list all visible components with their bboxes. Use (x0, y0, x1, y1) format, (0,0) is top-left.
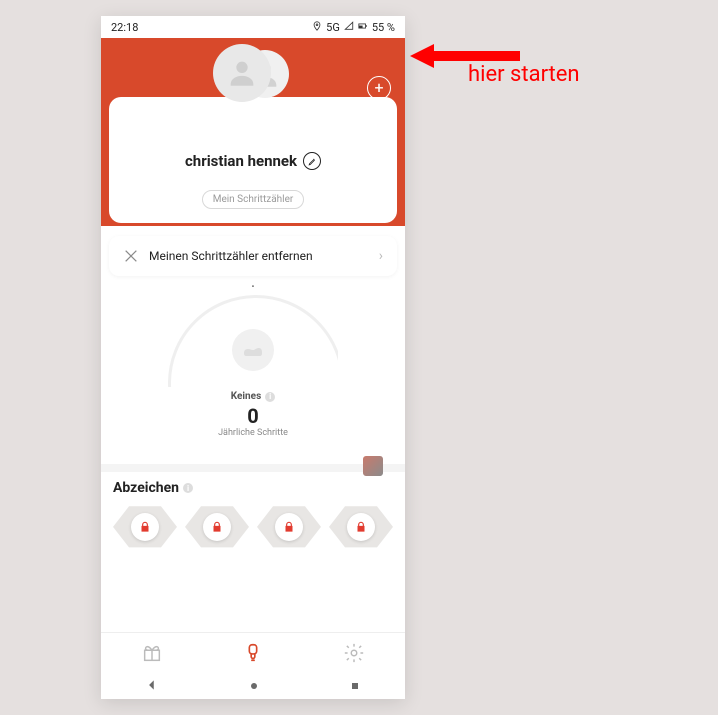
badge-locked[interactable] (257, 504, 321, 550)
info-icon[interactable]: i (183, 483, 193, 493)
avatar-primary (213, 44, 271, 102)
gauge-keines: Keines (231, 391, 261, 402)
phone-frame: 22:18 5G 55 % + (101, 16, 405, 699)
shoe-icon (232, 329, 274, 371)
utensils-icon (123, 248, 139, 264)
stepcounter-chip[interactable]: Mein Schrittzähler (202, 190, 305, 209)
tab-gifts[interactable] (101, 633, 202, 673)
badges-section: Abzeichen i (101, 472, 405, 558)
nav-home[interactable] (248, 677, 260, 696)
section-divider (101, 464, 405, 472)
badge-locked[interactable] (185, 504, 249, 550)
status-time: 22:18 (111, 21, 138, 34)
badges-heading[interactable]: Abzeichen i (113, 480, 393, 496)
lock-icon (203, 513, 231, 541)
profile-card: christian hennek Mein Schrittzähler (109, 97, 397, 223)
lock-icon (275, 513, 303, 541)
android-nav (101, 673, 405, 699)
badges-row (113, 504, 393, 550)
gauge-value: 0 (247, 404, 258, 428)
annotation-label: hier starten (468, 62, 580, 87)
lock-icon (131, 513, 159, 541)
badge-locked[interactable] (329, 504, 393, 550)
tab-bar (101, 632, 405, 673)
battery-icon (358, 21, 368, 34)
header: + christian hennek Mein Schrittzähler (101, 38, 405, 226)
edit-icon[interactable] (303, 152, 321, 170)
status-right: 5G 55 % (312, 21, 395, 34)
signal-icon (344, 21, 354, 34)
nav-recent[interactable] (349, 677, 361, 696)
status-battery: 55 % (372, 21, 395, 34)
map-thumbnail[interactable] (363, 456, 383, 476)
profile-name-row[interactable]: christian hennek (185, 152, 321, 170)
pager-dot: • (101, 282, 405, 291)
avatar-group[interactable] (213, 44, 293, 110)
plus-icon: + (374, 80, 383, 96)
badge-locked[interactable] (113, 504, 177, 550)
badges-title: Abzeichen (113, 480, 179, 496)
tab-settings[interactable] (304, 633, 405, 673)
gauge-status: Keines i (231, 391, 275, 402)
status-bar: 22:18 5G 55 % (101, 16, 405, 38)
nav-back[interactable] (145, 677, 159, 696)
lock-icon (347, 513, 375, 541)
gauge-arc (168, 295, 338, 387)
chevron-right-icon: › (379, 248, 383, 264)
remove-stepcounter-label: Meinen Schrittzähler entfernen (149, 249, 313, 263)
steps-gauge[interactable]: Keines i 0 Jährliche Schritte (101, 295, 405, 438)
info-icon[interactable]: i (265, 392, 275, 402)
status-net: 5G (326, 21, 340, 34)
profile-name: christian hennek (185, 152, 297, 170)
tab-activity[interactable] (202, 633, 303, 673)
gauge-sub: Jährliche Schritte (218, 428, 288, 438)
location-icon (312, 21, 322, 34)
remove-stepcounter-row[interactable]: Meinen Schrittzähler entfernen › (109, 236, 397, 276)
